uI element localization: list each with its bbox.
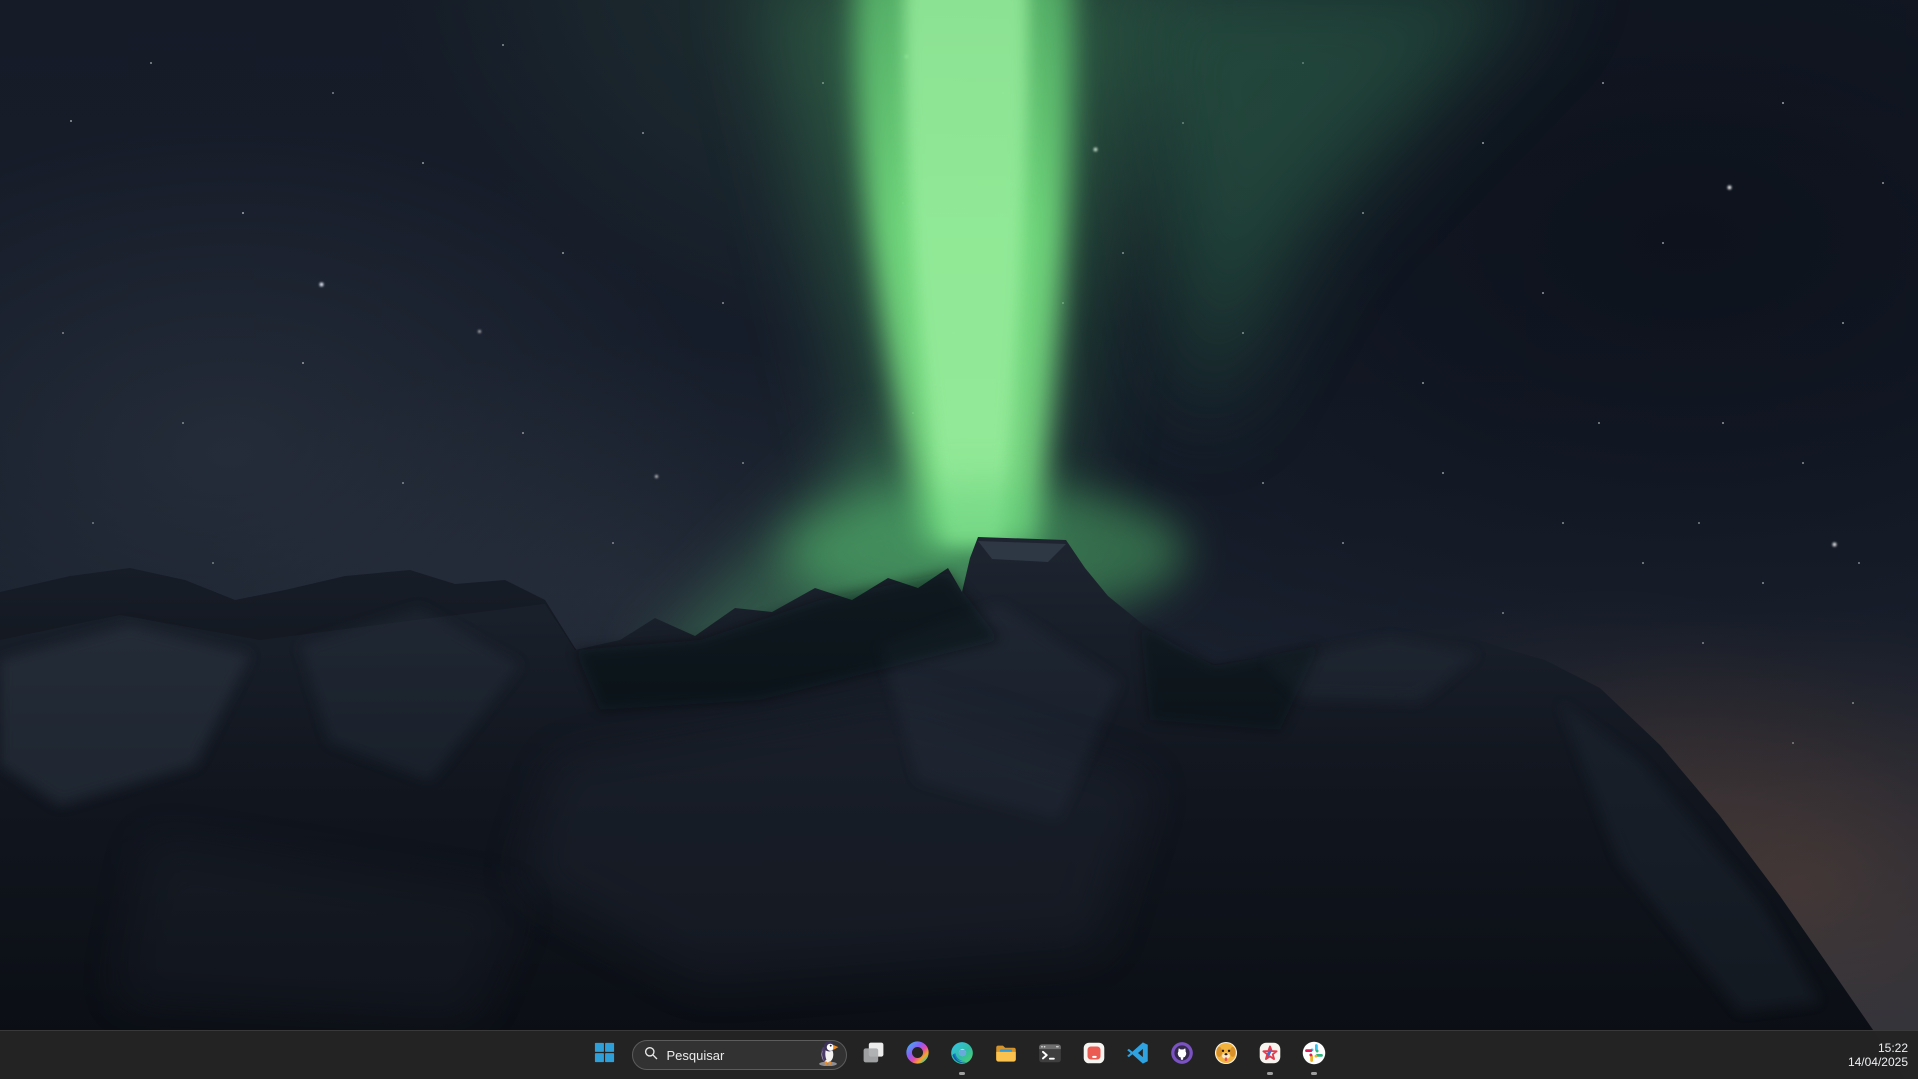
task-view-button[interactable] <box>852 1033 896 1077</box>
running-indicator <box>1267 1072 1273 1075</box>
running-indicator <box>959 1072 965 1075</box>
taskbar-center-group: Pesquisar <box>583 1033 1336 1077</box>
dog-mascot-app-button[interactable] <box>1204 1033 1248 1077</box>
clock-date: 14/04/2025 <box>1848 1055 1908 1069</box>
copilot-button[interactable] <box>896 1033 940 1077</box>
windows-logo-icon <box>593 1041 616 1069</box>
clock-time: 15:22 <box>1878 1041 1908 1055</box>
search-placeholder: Pesquisar <box>667 1048 725 1063</box>
task-view-icon <box>861 1040 886 1070</box>
slack-button[interactable] <box>1292 1033 1336 1077</box>
search-box[interactable]: Pesquisar <box>632 1040 847 1070</box>
github-desktop-button[interactable] <box>1160 1033 1204 1077</box>
taskbar-clock[interactable]: 15:22 14/04/2025 <box>1848 1031 1908 1079</box>
dog-mascot-icon <box>1213 1040 1239 1071</box>
mountains <box>0 537 1905 1079</box>
search-highlight-puffin-image <box>816 1039 840 1071</box>
edge-icon <box>949 1040 975 1071</box>
desktop: Pesquisar <box>0 0 1918 1079</box>
star-app-icon <box>1257 1040 1283 1071</box>
start-button[interactable] <box>583 1033 627 1077</box>
file-explorer-button[interactable] <box>984 1033 1028 1077</box>
vscode-button[interactable] <box>1116 1033 1160 1077</box>
terminal-button[interactable] <box>1028 1033 1072 1077</box>
wallpaper-scene <box>0 0 1918 1079</box>
star-app-button[interactable] <box>1248 1033 1292 1077</box>
terminal-icon <box>1037 1040 1063 1071</box>
copilot-icon <box>905 1040 930 1070</box>
running-indicator <box>1311 1072 1317 1075</box>
slack-icon <box>1301 1040 1327 1071</box>
calendar-app-button[interactable] <box>1072 1033 1116 1077</box>
taskbar: Pesquisar <box>0 1030 1918 1079</box>
vscode-icon <box>1125 1040 1151 1071</box>
github-desktop-icon <box>1169 1040 1195 1071</box>
edge-button[interactable] <box>940 1033 984 1077</box>
search-icon <box>643 1045 659 1066</box>
file-explorer-icon <box>993 1040 1019 1071</box>
calendar-app-icon <box>1081 1040 1107 1071</box>
